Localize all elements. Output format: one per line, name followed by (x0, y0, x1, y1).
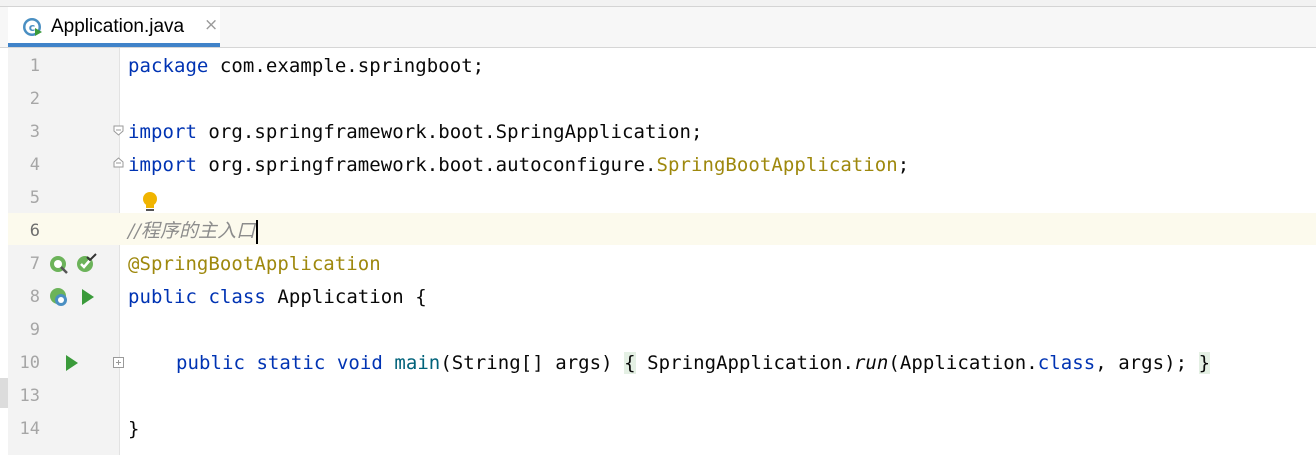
keyword: public (128, 286, 197, 308)
window-top-strip (0, 0, 1316, 7)
code-line-6[interactable]: //程序的主入口 (128, 215, 259, 248)
run-icon[interactable] (64, 354, 80, 372)
scroll-marker (0, 378, 8, 408)
keyword: class (208, 286, 266, 308)
tab-application-java[interactable]: c Application.java × (8, 7, 220, 47)
editor-tab-bar: c Application.java × (0, 7, 1316, 48)
fold-icon[interactable] (113, 125, 124, 136)
run-icon[interactable] (80, 288, 96, 306)
line-number: 14 (19, 419, 40, 439)
code-line-7[interactable]: @SpringBootApplication (128, 248, 381, 281)
line-number: 13 (19, 386, 40, 406)
method-name: main (394, 352, 441, 374)
line-number: 5 (29, 188, 40, 208)
code-line-1[interactable]: package com.example.springboot; (128, 50, 484, 83)
code-text: org.springframework.boot.autoconfigure. (196, 154, 657, 176)
keyword: static (256, 352, 326, 374)
line-number: 3 (29, 122, 40, 142)
close-icon[interactable]: × (204, 15, 218, 35)
keyword: class (1037, 352, 1096, 374)
static-call: run (853, 352, 889, 374)
annotation-class: SpringBootApplication (656, 154, 898, 176)
brace-highlight: { (624, 352, 636, 374)
keyword: import (128, 121, 197, 143)
annotation: @SpringBootApplication (128, 253, 381, 275)
code-text: , args); (1095, 352, 1199, 374)
code-text: } (128, 418, 140, 440)
code-line-3[interactable]: import org.springframework.boot.SpringAp… (128, 116, 702, 149)
fold-icon[interactable] (113, 157, 124, 168)
brace-highlight: } (1198, 352, 1211, 374)
line-number: 6 (29, 221, 40, 241)
comment: //程序的主入口 (128, 220, 256, 242)
fold-icon[interactable] (113, 357, 124, 368)
keyword: void (336, 352, 383, 374)
keyword: import (128, 154, 197, 176)
code-text: Application { (265, 286, 427, 308)
spring-bean-icon[interactable] (75, 253, 97, 275)
tab-label: Application.java (51, 16, 185, 37)
code-text: org.springframework.boot.SpringApplicati… (196, 121, 703, 143)
code-line-10[interactable]: public static void main(String[] args) {… (176, 347, 1211, 380)
bulb-icon[interactable] (141, 191, 159, 213)
spring-bean-icon[interactable] (48, 286, 70, 308)
line-number: 7 (29, 254, 40, 274)
keyword: public (176, 352, 245, 374)
code-text: (Application. (888, 352, 1038, 374)
code-line-4[interactable]: import org.springframework.boot.autoconf… (128, 149, 909, 182)
code-text: (String[] args) (440, 352, 625, 374)
keyword: package (128, 55, 209, 77)
line-number: 8 (29, 287, 40, 307)
code-text: ; (897, 154, 910, 176)
svg-text:c: c (29, 21, 36, 34)
text-caret (256, 219, 259, 244)
code-line-14[interactable]: } (128, 413, 140, 446)
code-text: com.example.springboot; (208, 55, 485, 77)
line-number: 9 (29, 320, 40, 340)
line-number: 4 (29, 155, 40, 175)
line-number: 10 (19, 353, 40, 373)
code-text: SpringApplication. (635, 352, 854, 374)
line-number: 2 (29, 89, 40, 109)
code-line-8[interactable]: public class Application { (128, 281, 427, 314)
spring-bean-icon[interactable] (48, 254, 70, 276)
line-number: 1 (29, 56, 40, 76)
java-class-icon: c (23, 18, 42, 36)
